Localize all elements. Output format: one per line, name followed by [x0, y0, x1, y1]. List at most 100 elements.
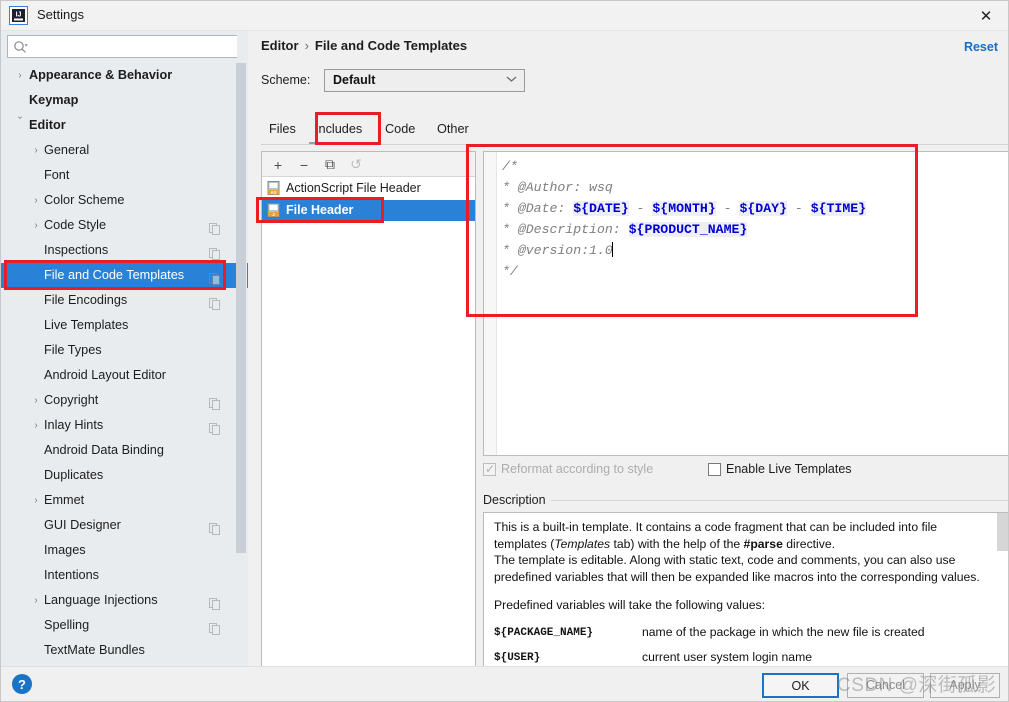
chevron-down-icon[interactable]: ˇ — [11, 109, 29, 134]
code-text: */ — [502, 264, 518, 279]
sidebar-item-gui-designer[interactable]: GUI Designer — [1, 513, 248, 538]
description-text: Predefined variables will take the follo… — [494, 598, 765, 612]
sidebar-item-label: Duplicates — [44, 468, 104, 482]
scheme-dropdown[interactable]: Default — [324, 69, 525, 92]
sidebar-item-label: Android Data Binding — [44, 443, 164, 457]
sidebar-item-duplicates[interactable]: Duplicates — [1, 463, 248, 488]
apply-button[interactable]: Apply — [930, 673, 1000, 698]
sidebar-item-label: Code Style — [44, 218, 107, 232]
project-scope-icon — [209, 294, 220, 310]
plus-icon[interactable]: + — [268, 155, 288, 174]
tab-includes[interactable]: Includes — [315, 115, 362, 144]
template-list-item[interactable]: AS ActionScript File Header — [262, 178, 475, 199]
revert-icon: ↺ — [350, 156, 362, 172]
tabs-underline — [261, 144, 1008, 145]
chevron-right-icon[interactable]: › — [27, 213, 45, 238]
sidebar-item-color-scheme[interactable]: › Color Scheme — [1, 188, 248, 213]
sidebar-item-images[interactable]: Images — [1, 538, 248, 563]
tab-other[interactable]: Other — [437, 115, 469, 144]
chevron-right-icon[interactable]: › — [27, 588, 45, 613]
description-text: tab) with the help of the — [610, 536, 744, 551]
template-code-editor[interactable]: /* * @Author: wsq * @Date: ${DATE} - ${MON… — [483, 151, 1008, 456]
description-scrollbar-track[interactable] — [997, 513, 1008, 685]
breadcrumb-root[interactable]: Editor — [261, 38, 299, 53]
sidebar-item-copyright[interactable]: › Copyright — [1, 388, 248, 413]
cancel-button[interactable]: Cancel — [847, 673, 924, 698]
sidebar-item-intentions[interactable]: Intentions — [1, 563, 248, 588]
sidebar-item-label: TextMate Bundles — [44, 643, 145, 657]
checkbox-enable-live-templates[interactable] — [708, 463, 721, 476]
sidebar-item-general[interactable]: › General — [1, 138, 248, 163]
chevron-right-icon[interactable]: › — [27, 388, 45, 413]
sidebar-item-inlay-hints[interactable]: › Inlay Hints — [1, 413, 248, 438]
sidebar-item-textmate-bundles[interactable]: TextMate Bundles — [1, 638, 248, 663]
chevron-right-icon[interactable]: › — [27, 488, 45, 513]
sidebar-item-android-data-binding[interactable]: Android Data Binding — [1, 438, 248, 463]
chevron-right-icon[interactable]: › — [27, 138, 45, 163]
sidebar-scrollbar-thumb[interactable] — [236, 63, 246, 553]
search-icon — [13, 40, 28, 55]
svg-text:IJ: IJ — [16, 12, 22, 19]
editor-code-text[interactable]: /* * @Author: wsq * @Date: ${DATE} - ${MON… — [502, 156, 867, 282]
template-variable: ${TIME} — [810, 201, 867, 216]
description-panel: This is a built-in template. It contains… — [483, 512, 1008, 686]
sidebar-item-label: Emmet — [44, 493, 85, 507]
tab-code[interactable]: Code — [385, 115, 415, 144]
description-paragraph: This is a built-in template. It contains… — [494, 519, 989, 552]
copy-icon[interactable]: ⧉ — [320, 155, 340, 174]
reset-link[interactable]: Reset — [964, 40, 998, 54]
code-text: - — [628, 201, 653, 216]
description-scrollbar-thumb[interactable] — [997, 513, 1008, 551]
sidebar-item-label: File and Code Templates — [44, 268, 185, 282]
sidebar-item-spelling[interactable]: Spelling — [1, 613, 248, 638]
sidebar-item-label: General — [44, 143, 90, 157]
sidebar-item-label: Spelling — [44, 618, 90, 632]
template-variable: ${MONTH} — [652, 201, 716, 216]
minus-icon[interactable]: − — [294, 155, 314, 174]
sidebar-item-file-encodings[interactable]: File Encodings — [1, 288, 248, 313]
close-icon[interactable]: ✕ — [972, 5, 1000, 27]
sidebar-item-file-and-code-templates[interactable]: File and Code Templates — [1, 263, 248, 288]
sidebar-item-keymap[interactable]: Keymap — [1, 88, 248, 113]
sidebar-item-code-style[interactable]: › Code Style — [1, 213, 248, 238]
sidebar-item-appearance-behavior[interactable]: › Appearance & Behavior — [1, 63, 248, 88]
template-list-item[interactable]: J File Header — [262, 200, 475, 221]
variable-row: ${PACKAGE_NAME} name of the package in wh… — [494, 621, 989, 646]
settings-tree[interactable]: › Appearance & Behavior Keymap ˇ Editor › Gene… — [1, 63, 248, 666]
dialog-footer: ? OK Cancel Apply — [1, 666, 1008, 701]
sidebar-item-live-templates[interactable]: Live Templates — [1, 313, 248, 338]
chevron-right-icon[interactable]: › — [27, 188, 45, 213]
sidebar-item-label: Editor — [29, 118, 66, 132]
sidebar-item-font[interactable]: Font — [1, 163, 248, 188]
template-file-icon: AS — [267, 181, 281, 196]
description-text: Templates — [554, 536, 611, 551]
help-icon[interactable]: ? — [12, 674, 32, 694]
code-line: */ — [502, 261, 866, 282]
tab-files[interactable]: Files — [269, 115, 296, 144]
sidebar-scrollbar-track[interactable] — [236, 31, 247, 634]
sidebar-item-file-types[interactable]: File Types — [1, 338, 248, 363]
variable-meaning: name of the package in which the new fil… — [642, 624, 925, 639]
sidebar-item-inspections[interactable]: Inspections — [1, 238, 248, 263]
code-line: * @Description: ${PRODUCT_NAME} — [502, 219, 866, 240]
project-scope-icon — [209, 219, 220, 235]
search-input[interactable] — [32, 37, 236, 56]
chevron-right-icon[interactable]: › — [11, 63, 29, 88]
template-list-panel: + − ⧉ ↺ AS ActionScript File Header J File Hea… — [261, 151, 476, 686]
ok-button[interactable]: OK — [762, 673, 839, 698]
checkbox-label: Enable Live Templates — [726, 462, 852, 476]
description-paragraph: Predefined variables will take the follo… — [494, 597, 989, 614]
code-text: - — [715, 201, 740, 216]
sidebar-item-language-injections[interactable]: › Language Injections — [1, 588, 248, 613]
project-scope-icon — [209, 619, 220, 635]
template-variable: ${DAY} — [739, 201, 787, 216]
sidebar-item-editor[interactable]: ˇ Editor — [1, 113, 248, 138]
template-list-toolbar: + − ⧉ ↺ — [262, 152, 475, 177]
search-box[interactable] — [7, 35, 240, 58]
sidebar-item-emmet[interactable]: › Emmet — [1, 488, 248, 513]
chevron-right-icon[interactable]: › — [27, 413, 45, 438]
template-category-tabs[interactable]: Files Includes Code Other — [261, 115, 1008, 145]
scheme-label: Scheme: — [261, 73, 311, 87]
description-text: The template is editable. Along with sta… — [494, 553, 980, 584]
sidebar-item-android-layout-editor[interactable]: Android Layout Editor — [1, 363, 248, 388]
